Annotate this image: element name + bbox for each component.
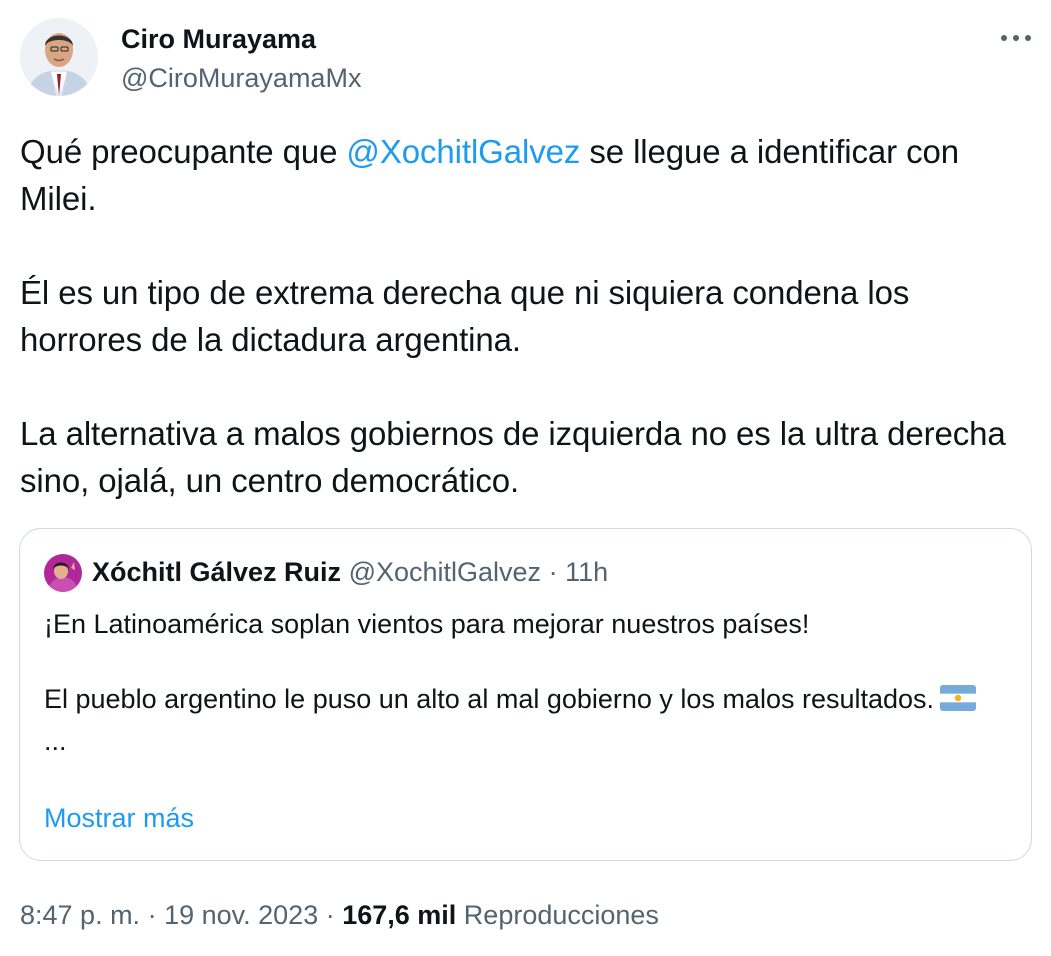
quoted-tweet[interactable]: Xóchitl Gálvez Ruiz @XochitlGalvez · 11h… <box>19 528 1032 861</box>
tweet-text: Qué preocupante que @XochitlGalvez se ll… <box>20 128 1030 504</box>
tweet-meta: 8:47 p. m. · 19 nov. 2023 · 167,6 mil Re… <box>20 900 659 931</box>
tweet-paragraph: La alternativa a malos gobiernos de izqu… <box>20 415 1006 499</box>
more-options-button[interactable] <box>996 26 1036 50</box>
tweet-date[interactable]: 19 nov. 2023 <box>164 900 318 930</box>
separator-dot: · <box>318 900 343 930</box>
show-more-link[interactable]: Mostrar más <box>44 803 194 834</box>
tweet-paragraph: Él es un tipo de extrema derecha que ni … <box>20 274 910 358</box>
author-name[interactable]: Ciro Murayama <box>121 24 316 55</box>
mention-link[interactable]: @XochitlGalvez <box>346 133 580 170</box>
author-handle[interactable]: @CiroMurayamaMx <box>121 63 361 94</box>
quoted-author-name[interactable]: Xóchitl Gálvez Ruiz <box>92 557 341 587</box>
tweet-text-segment: Qué preocupante que <box>20 133 347 170</box>
quoted-ellipsis: ... <box>44 726 67 756</box>
separator-dot: · <box>140 900 165 930</box>
views-count[interactable]: 167,6 mil <box>342 900 456 930</box>
tweet-time[interactable]: 8:47 p. m. <box>20 900 140 930</box>
tweet[interactable]: Ciro Murayama @CiroMurayamaMx Qué preocu… <box>0 0 1051 956</box>
quoted-tweet-text: ¡En Latinoamérica soplan vientos para me… <box>44 605 1004 761</box>
views-label[interactable]: Reproducciones <box>456 900 659 930</box>
more-horizontal-icon <box>996 26 1036 50</box>
quoted-line-text: El pueblo argentino le puso un alto al m… <box>44 684 935 714</box>
quoted-line: ¡En Latinoamérica soplan vientos para me… <box>44 609 810 639</box>
separator-dot: · <box>548 557 558 587</box>
author-avatar[interactable] <box>20 18 98 96</box>
quoted-tweet-header: Xóchitl Gálvez Ruiz @XochitlGalvez · 11h <box>92 557 608 588</box>
quoted-author-avatar[interactable] <box>44 554 82 592</box>
quoted-author-handle[interactable]: @XochitlGalvez <box>349 557 541 587</box>
quoted-line: El pueblo argentino le puso un alto al m… <box>44 680 1004 722</box>
quoted-tweet-time[interactable]: 11h <box>565 557 608 587</box>
argentina-flag-icon <box>940 683 977 722</box>
tweet-paragraph: Qué preocupante que @XochitlGalvez se ll… <box>20 128 1030 222</box>
